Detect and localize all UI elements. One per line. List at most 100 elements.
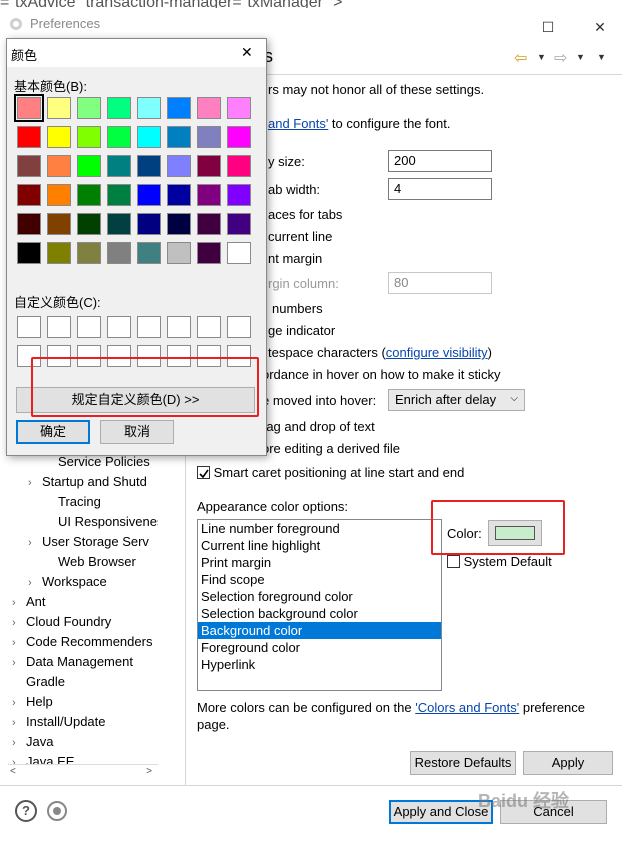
expand-chevron-icon[interactable]: › — [28, 533, 42, 553]
tree-item[interactable]: › User Storage Serv — [8, 532, 158, 552]
basic-color-swatch[interactable] — [77, 242, 101, 264]
basic-color-swatch[interactable] — [137, 97, 161, 119]
basic-color-swatch[interactable] — [197, 184, 221, 206]
basic-color-swatch[interactable] — [47, 184, 71, 206]
basic-color-swatch[interactable] — [167, 155, 191, 177]
back-menu-icon[interactable]: ▼ — [537, 52, 546, 62]
basic-color-swatch[interactable] — [137, 184, 161, 206]
tree-item[interactable]: › Help — [8, 692, 158, 712]
basic-color-swatch[interactable] — [107, 184, 131, 206]
basic-color-swatch[interactable] — [14, 94, 44, 122]
basic-color-swatch[interactable] — [107, 242, 131, 264]
color-list-item[interactable]: Find scope — [198, 571, 441, 588]
expand-chevron-icon[interactable]: › — [12, 613, 26, 633]
expand-chevron-icon[interactable]: › — [12, 753, 26, 764]
history-size-input[interactable]: 200 — [388, 150, 492, 172]
basic-color-swatch[interactable] — [107, 213, 131, 235]
print-margin-checkbox[interactable]: nt margin — [268, 251, 322, 266]
help-icon[interactable]: ? — [15, 800, 37, 822]
basic-color-swatch[interactable] — [17, 184, 41, 206]
basic-color-swatch[interactable] — [167, 126, 191, 148]
tree-item[interactable]: › Java EE — [8, 752, 158, 764]
basic-color-swatch[interactable] — [167, 213, 191, 235]
expand-chevron-icon[interactable]: › — [12, 733, 26, 753]
forward-menu-icon[interactable]: ▼ — [576, 52, 585, 62]
basic-color-swatch[interactable] — [77, 97, 101, 119]
line-numbers-checkbox[interactable]: numbers — [272, 301, 323, 316]
smart-caret-checkbox[interactable]: Smart caret positioning at line start an… — [197, 464, 464, 480]
basic-color-swatch[interactable] — [137, 213, 161, 235]
drag-drop-checkbox[interactable]: rag and drop of text — [262, 419, 375, 434]
colors-fonts-link[interactable]: and Fonts' — [268, 116, 328, 131]
basic-color-swatch[interactable] — [227, 184, 251, 206]
basic-color-swatch[interactable] — [197, 213, 221, 235]
apply-button[interactable]: Apply — [523, 751, 613, 775]
configure-visibility-link[interactable]: configure visibility — [386, 345, 488, 360]
record-icon[interactable] — [47, 801, 67, 821]
basic-color-swatch[interactable] — [17, 242, 41, 264]
custom-color-swatch[interactable] — [197, 316, 221, 338]
basic-color-swatch[interactable] — [197, 242, 221, 264]
basic-color-swatch[interactable] — [77, 155, 101, 177]
tab-width-input[interactable]: 4 — [388, 178, 492, 200]
tree-item[interactable]: Web Browser — [8, 552, 158, 572]
custom-color-swatch[interactable] — [17, 316, 41, 338]
tree-item[interactable]: UI Responsivenes — [8, 512, 158, 532]
custom-color-swatch[interactable] — [137, 316, 161, 338]
forward-arrow-icon[interactable]: ⇨ — [554, 48, 567, 68]
basic-color-swatch[interactable] — [107, 126, 131, 148]
basic-color-swatch[interactable] — [107, 97, 131, 119]
basic-color-swatch[interactable] — [47, 126, 71, 148]
maximize-button[interactable]: ☐ — [528, 16, 568, 40]
basic-color-swatch[interactable] — [197, 97, 221, 119]
tree-item[interactable]: › Ant — [8, 592, 158, 612]
basic-color-swatch[interactable] — [17, 213, 41, 235]
custom-color-swatch[interactable] — [77, 316, 101, 338]
color-list-item[interactable]: Current line highlight — [198, 537, 441, 554]
basic-color-swatch[interactable] — [167, 97, 191, 119]
custom-color-swatch[interactable] — [107, 316, 131, 338]
tree-item[interactable]: › Data Management — [8, 652, 158, 672]
back-arrow-icon[interactable]: ⇦ — [514, 48, 527, 68]
tree-item[interactable]: Tracing — [8, 492, 158, 512]
basic-color-swatch[interactable] — [227, 242, 251, 264]
basic-color-swatch[interactable] — [47, 242, 71, 264]
basic-color-swatch[interactable] — [77, 184, 101, 206]
preferences-tree[interactable]: Service Policies › Startup and Shutd Tracin… — [8, 452, 158, 764]
custom-color-swatch[interactable] — [227, 316, 251, 338]
tree-item[interactable]: › Java — [8, 732, 158, 752]
basic-color-swatch[interactable] — [167, 242, 191, 264]
scroll-right-icon[interactable]: > — [146, 766, 152, 777]
basic-color-swatch[interactable] — [77, 213, 101, 235]
tree-item[interactable]: › Workspace — [8, 572, 158, 592]
range-indicator-checkbox[interactable]: ge indicator — [268, 323, 335, 338]
basic-color-swatch[interactable] — [137, 126, 161, 148]
appearance-color-list[interactable]: Line number foreground Current line highl… — [197, 519, 442, 691]
expand-chevron-icon[interactable]: › — [12, 633, 26, 653]
expand-chevron-icon[interactable]: › — [12, 693, 26, 713]
basic-color-swatch[interactable] — [167, 184, 191, 206]
color-list-item[interactable]: Selection background color — [198, 605, 441, 622]
tree-item[interactable]: Gradle — [8, 672, 158, 692]
expand-chevron-icon[interactable]: › — [12, 593, 26, 613]
close-button[interactable]: ✕ — [580, 16, 620, 40]
color-list-item[interactable]: Background color — [198, 622, 441, 639]
basic-color-swatch[interactable] — [197, 126, 221, 148]
basic-color-swatch[interactable] — [47, 213, 71, 235]
affordance-checkbox[interactable]: ordance in hover on how to make it stick… — [262, 367, 500, 382]
basic-color-swatch[interactable] — [227, 126, 251, 148]
system-default-checkbox[interactable]: System Default — [447, 553, 552, 569]
warn-derived-checkbox[interactable]: ore editing a derived file — [262, 441, 400, 456]
insert-spaces-checkbox[interactable]: aces for tabs — [268, 207, 342, 222]
basic-color-swatch[interactable] — [227, 213, 251, 235]
basic-color-swatch[interactable] — [137, 242, 161, 264]
whitespace-checkbox[interactable]: tespace characters ( — [268, 345, 386, 360]
basic-color-swatch[interactable] — [47, 97, 71, 119]
color-list-item[interactable]: Hyperlink — [198, 656, 441, 673]
basic-color-swatch[interactable] — [17, 126, 41, 148]
expand-chevron-icon[interactable]: › — [28, 473, 42, 493]
tree-item[interactable]: › Startup and Shutd — [8, 472, 158, 492]
color-dialog-close-icon[interactable]: ✕ — [241, 44, 253, 61]
basic-color-swatch[interactable] — [17, 155, 41, 177]
color-list-item[interactable]: Selection foreground color — [198, 588, 441, 605]
